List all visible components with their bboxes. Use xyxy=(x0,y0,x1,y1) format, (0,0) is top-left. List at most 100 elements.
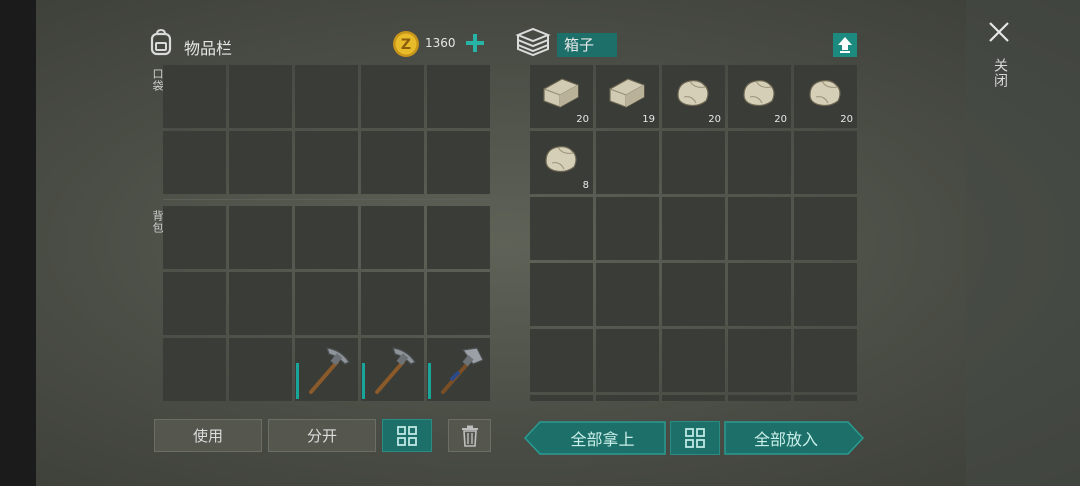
item-count: 20 xyxy=(774,114,787,125)
inventory-slot[interactable] xyxy=(295,65,358,128)
inventory-slot[interactable] xyxy=(530,329,593,392)
inventory-slot[interactable] xyxy=(662,197,725,260)
close-label[interactable]: 关闭 xyxy=(990,58,1010,88)
stone-block-icon xyxy=(538,73,584,113)
trash-button[interactable] xyxy=(448,419,491,452)
close-icon xyxy=(989,22,1009,42)
pickaxe-icon xyxy=(297,340,357,400)
inventory-slot[interactable] xyxy=(295,131,358,194)
stone-rock-icon xyxy=(802,73,848,113)
inventory-slot[interactable] xyxy=(662,263,725,326)
add-currency-button[interactable] xyxy=(465,33,485,53)
inventory-slot[interactable] xyxy=(728,197,791,260)
inventory-slot[interactable] xyxy=(163,206,226,269)
inventory-slot[interactable] xyxy=(728,395,791,401)
inventory-slot[interactable] xyxy=(728,131,791,194)
inventory-slot[interactable] xyxy=(662,329,725,392)
inventory-slot[interactable] xyxy=(596,395,659,401)
inventory-slot[interactable] xyxy=(229,131,292,194)
inventory-slot[interactable] xyxy=(427,131,490,194)
inventory-slot[interactable] xyxy=(229,65,292,128)
inventory-slot[interactable] xyxy=(728,329,791,392)
backpack-grid xyxy=(163,206,490,401)
put-all-label: 全部放入 xyxy=(753,430,818,449)
durability-bar xyxy=(296,363,299,399)
grid-sort-icon xyxy=(685,428,705,448)
put-all-button[interactable]: 全部放入 xyxy=(724,421,864,455)
split-button[interactable]: 分开 xyxy=(268,419,376,452)
inventory-slot[interactable] xyxy=(596,329,659,392)
inventory-slot[interactable] xyxy=(229,338,292,401)
inventory-title: 物品栏 xyxy=(184,39,233,58)
inventory-slot[interactable] xyxy=(427,206,490,269)
sort-box-button[interactable] xyxy=(670,421,720,455)
inventory-slot[interactable] xyxy=(794,263,857,326)
inventory-slot[interactable]: 19 xyxy=(596,65,659,128)
inventory-slot[interactable]: 20 xyxy=(530,65,593,128)
right-strip xyxy=(966,0,1080,486)
inventory-slot[interactable] xyxy=(163,131,226,194)
durability-bar xyxy=(362,363,365,399)
stone-block-icon xyxy=(604,73,650,113)
item-count: 20 xyxy=(840,114,853,125)
inventory-slot[interactable] xyxy=(361,131,424,194)
currency-amount: 1360 xyxy=(425,36,456,50)
grid-sort-icon xyxy=(397,425,417,446)
box-icon xyxy=(515,26,551,58)
inventory-slot[interactable] xyxy=(163,272,226,335)
inventory-slot[interactable]: 20 xyxy=(728,65,791,128)
svg-text:Z: Z xyxy=(401,37,411,53)
inventory-slot[interactable] xyxy=(794,329,857,392)
inventory-slot[interactable] xyxy=(295,338,358,401)
inventory-slot[interactable] xyxy=(794,131,857,194)
take-all-button[interactable]: 全部拿上 xyxy=(524,421,666,455)
divider xyxy=(163,199,491,200)
inventory-slot[interactable] xyxy=(295,206,358,269)
inventory-slot[interactable] xyxy=(361,272,424,335)
inventory-slot[interactable] xyxy=(794,197,857,260)
inventory-slot[interactable] xyxy=(530,395,593,401)
stone-rock-icon xyxy=(538,139,584,179)
upload-button[interactable] xyxy=(833,33,857,57)
inventory-slot[interactable]: 20 xyxy=(662,65,725,128)
inventory-slot[interactable] xyxy=(596,263,659,326)
item-count: 8 xyxy=(582,180,589,191)
inventory-slot[interactable] xyxy=(427,65,490,128)
inventory-slot[interactable]: 8 xyxy=(530,131,593,194)
item-count: 20 xyxy=(708,114,721,125)
inventory-slot[interactable] xyxy=(530,263,593,326)
trash-icon xyxy=(461,425,478,447)
pickaxe-icon xyxy=(363,340,423,400)
inventory-slot[interactable] xyxy=(728,263,791,326)
inventory-slot[interactable] xyxy=(361,206,424,269)
inventory-slot[interactable] xyxy=(427,272,490,335)
close-button[interactable] xyxy=(987,20,1011,44)
inventory-slot[interactable] xyxy=(229,206,292,269)
hatchet-icon xyxy=(429,340,489,400)
take-all-label: 全部拿上 xyxy=(570,430,635,449)
sort-inventory-button[interactable] xyxy=(382,419,432,452)
plus-icon xyxy=(466,34,484,52)
inventory-slot[interactable] xyxy=(295,272,358,335)
inventory-slot[interactable] xyxy=(596,197,659,260)
box-grid: 20 19 20 20 20 8 xyxy=(530,65,857,401)
inventory-slot[interactable] xyxy=(229,272,292,335)
inventory-slot[interactable] xyxy=(530,197,593,260)
item-count: 20 xyxy=(576,114,589,125)
item-count: 19 xyxy=(642,114,655,125)
inventory-slot[interactable] xyxy=(163,338,226,401)
stone-rock-icon xyxy=(670,73,716,113)
inventory-slot[interactable] xyxy=(427,338,490,401)
inventory-slot[interactable] xyxy=(596,131,659,194)
coin-icon: Z xyxy=(392,30,420,58)
inventory-slot[interactable]: 20 xyxy=(794,65,857,128)
use-button[interactable]: 使用 xyxy=(154,419,262,452)
inventory-slot[interactable] xyxy=(361,65,424,128)
inventory-slot[interactable] xyxy=(794,395,857,401)
inventory-slot[interactable] xyxy=(163,65,226,128)
inventory-slot[interactable] xyxy=(662,131,725,194)
inventory-slot[interactable] xyxy=(662,395,725,401)
inventory-slot[interactable] xyxy=(361,338,424,401)
durability-bar xyxy=(428,363,431,399)
backpack-icon xyxy=(148,28,174,56)
